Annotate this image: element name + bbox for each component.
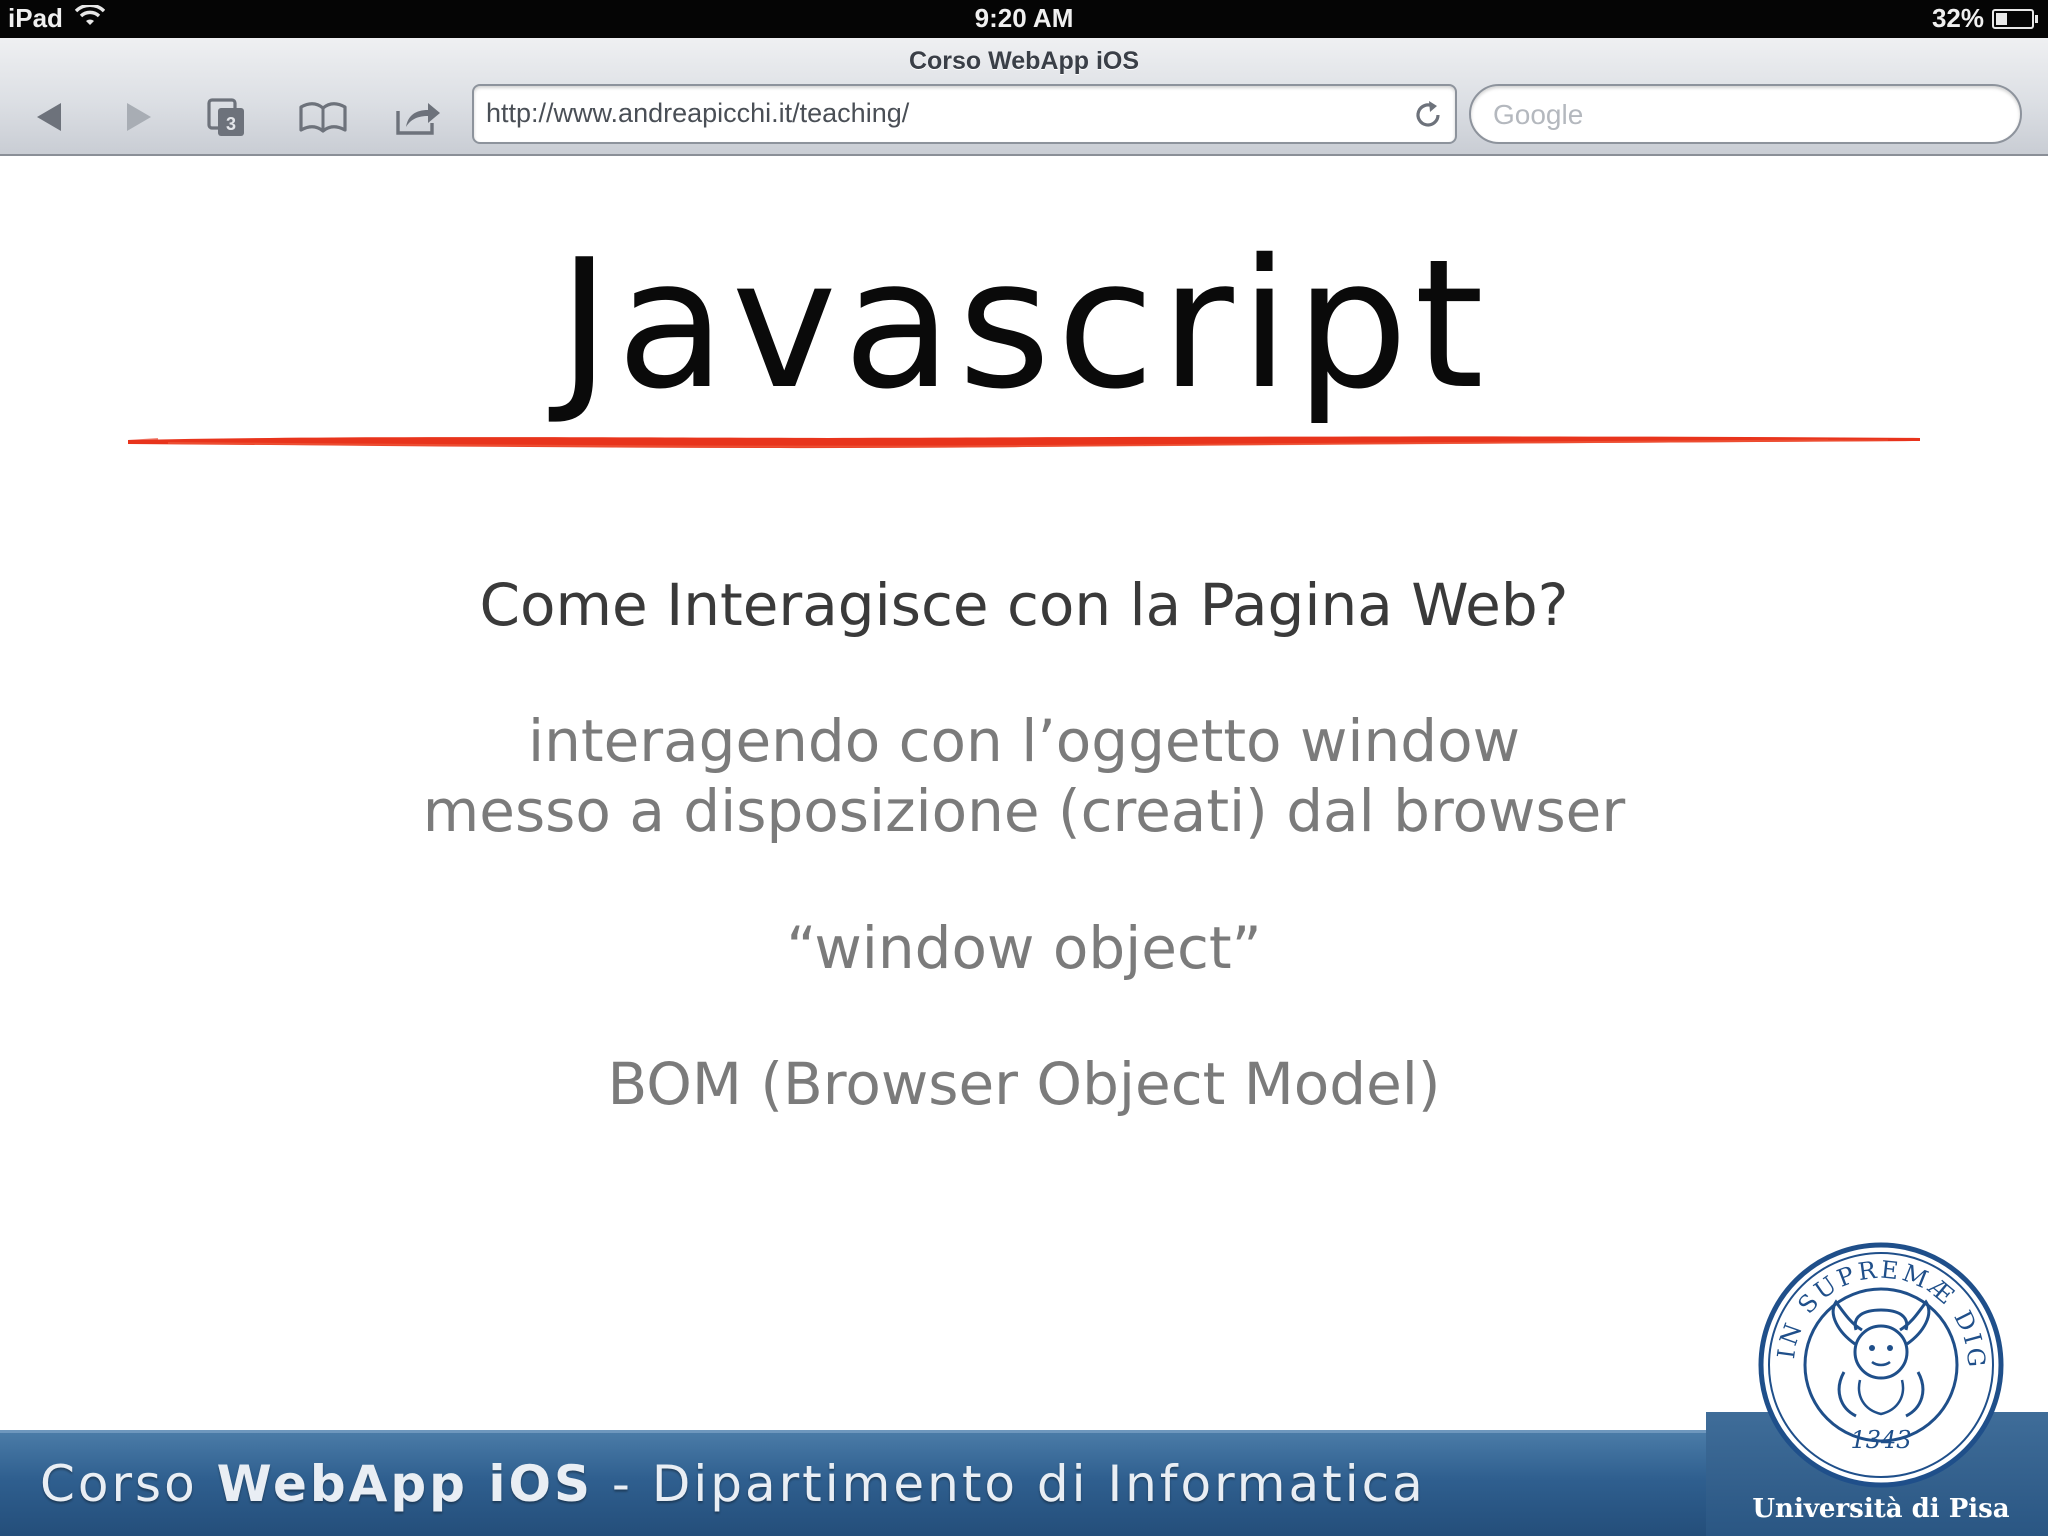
footer-prefix: Corso xyxy=(40,1455,217,1513)
status-time: 9:20 AM xyxy=(974,3,1074,33)
battery-fill xyxy=(1996,12,2007,25)
screen: iPad 9:20 AM 32% Corso WebApp iOS 3 http… xyxy=(0,0,2048,1536)
slide-line-4: BOM (Browser Object Model) xyxy=(607,1050,1441,1118)
forward-button[interactable] xyxy=(104,90,174,144)
tabs-icon: 3 xyxy=(207,98,244,136)
slide-question: Come Interagisce con la Pagina Web? xyxy=(479,571,1569,639)
status-right: 32% xyxy=(1931,3,2038,34)
share-icon xyxy=(396,103,440,135)
bookmarks-button[interactable] xyxy=(288,90,358,144)
battery-percent: 32% xyxy=(1931,3,1984,33)
slide-content: Javascript Come Interagisce con la Pagin… xyxy=(0,156,2048,1430)
svg-text:1343: 1343 xyxy=(1850,1426,1911,1454)
back-button[interactable] xyxy=(14,90,84,144)
slide-line-3: “window object” xyxy=(786,914,1262,982)
address-bar[interactable]: http://www.andreapicchi.it/teaching/ xyxy=(472,84,1457,144)
footer-course: WebApp iOS xyxy=(216,1455,594,1513)
red-brush-underline xyxy=(128,436,1920,449)
url-text[interactable]: http://www.andreapicchi.it/teaching/ xyxy=(486,98,909,129)
slide-line-1: interagendo con l’oggetto window xyxy=(527,707,1521,775)
back-arrow-icon xyxy=(37,103,61,131)
search-input[interactable] xyxy=(1491,96,1995,134)
tabs-button[interactable]: 3 xyxy=(192,90,262,144)
university-name: Università di Pisa xyxy=(1752,1494,2010,1524)
battery-icon xyxy=(1992,8,2038,29)
slide-line-2: messo a disposizione (creati) dal browse… xyxy=(422,777,1626,845)
forward-arrow-icon xyxy=(127,103,151,131)
reload-icon[interactable] xyxy=(1411,98,1445,132)
footer-text: Corso WebApp iOS - Dipartimento di Infor… xyxy=(40,1455,1426,1513)
tabs-count: 3 xyxy=(226,114,236,134)
browser-toolbar: Corso WebApp iOS 3 http://www.andreapicc… xyxy=(0,38,2048,156)
status-bar: iPad 9:20 AM 32% xyxy=(0,0,2048,38)
footer-department: - Dipartimento di Informatica xyxy=(593,1455,1426,1513)
university-seal-icon: IN SUPREMÆ DIGNITATIS 1343 xyxy=(1756,1240,2004,1488)
bookmarks-book-icon xyxy=(299,102,347,133)
search-bar[interactable] xyxy=(1469,84,2022,144)
page-title: Corso WebApp iOS xyxy=(908,47,1140,75)
slide-title: Javascript xyxy=(557,221,1490,428)
share-button[interactable] xyxy=(384,90,454,144)
